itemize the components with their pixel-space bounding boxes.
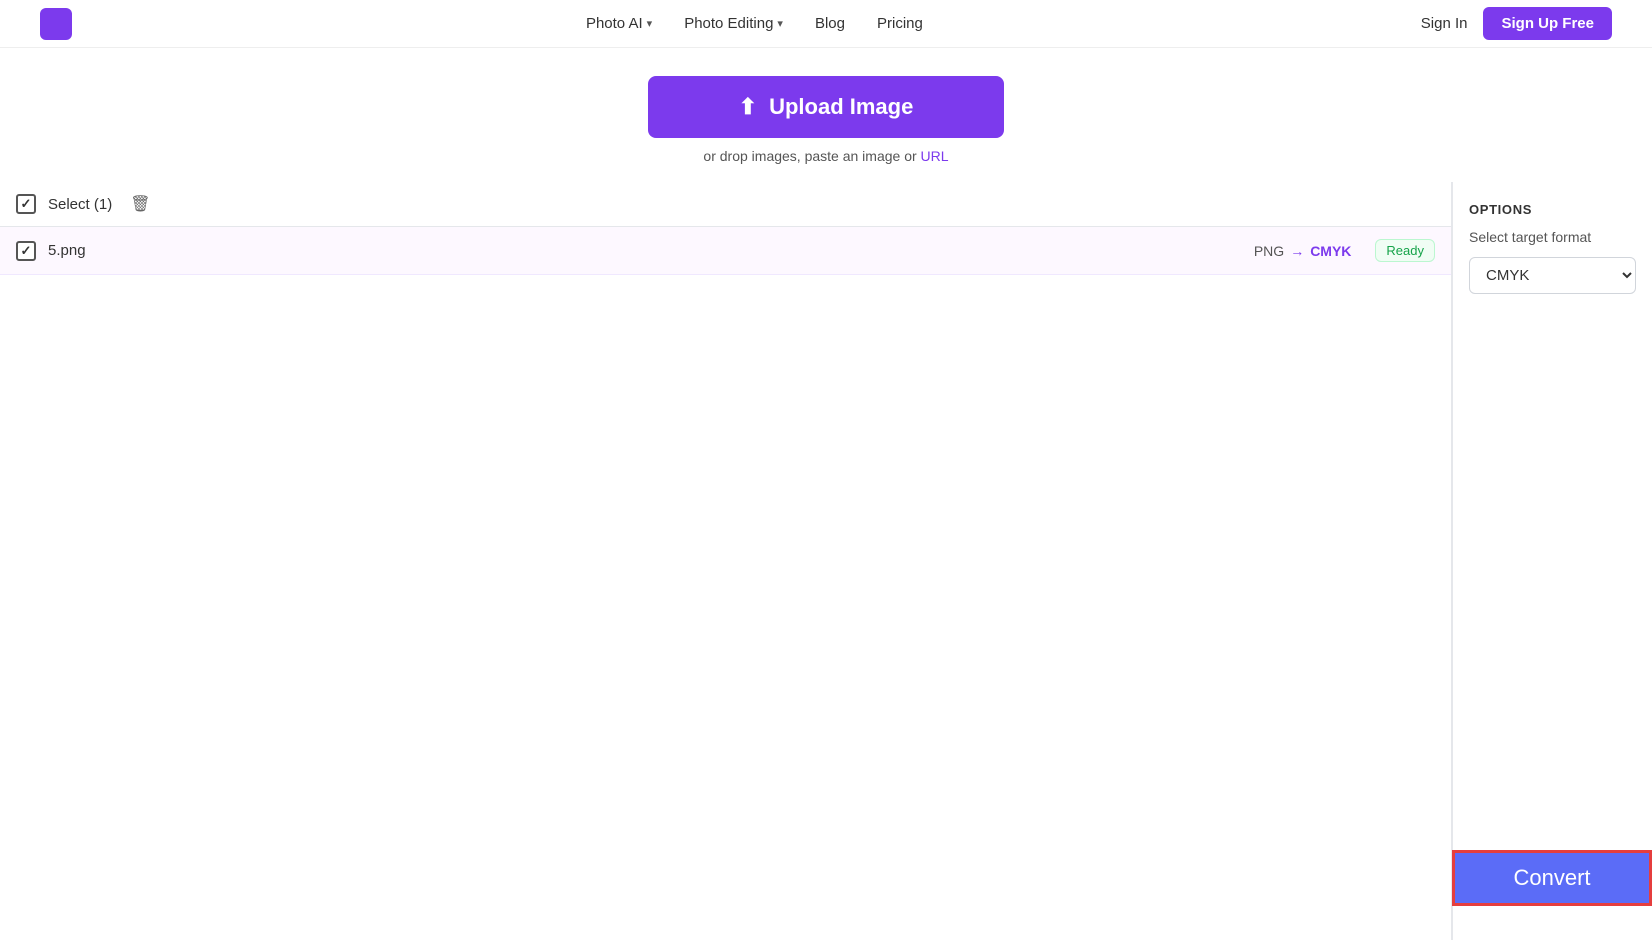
nav-label-blog: Blog [815,15,845,32]
delete-button[interactable]: 🗑 [124,192,156,216]
convert-button-label: Convert [1513,865,1590,891]
url-link[interactable]: URL [921,148,949,164]
select-all-checkbox[interactable]: ✓ [16,194,36,214]
file-name: 5.png [48,242,1242,259]
checkmark-icon: ✓ [21,196,32,212]
arrow-icon: → [1290,243,1304,259]
upload-image-button[interactable]: ⬆ Upload Image [648,76,1004,138]
file-checkbox[interactable]: ✓ [16,241,36,261]
nav-item-photo-ai[interactable]: Photo AI ▾ [586,15,652,32]
file-list-header: ✓ Select (1) 🗑 [0,182,1451,227]
nav-center: Photo AI ▾ Photo Editing ▾ Blog Pricing [586,15,923,32]
nav-item-blog[interactable]: Blog [815,15,845,32]
options-title: OPTIONS [1469,202,1636,217]
target-format-label: Select target format [1469,229,1636,245]
format-from: PNG [1254,243,1284,259]
format-select[interactable]: CMYK PNG JPEG WEBP PDF SVG TIFF [1469,257,1636,294]
chevron-down-icon: ▾ [647,17,653,30]
nav-label-photo-ai: Photo AI [586,15,643,32]
convert-bar[interactable]: Convert [1452,850,1652,906]
checkmark-icon: ✓ [21,243,32,259]
file-list-container: ✓ Select (1) 🗑 ✓ 5.png PNG → CMYK Ready [0,182,1452,940]
chevron-down-icon: ▾ [777,17,783,30]
nav-label-pricing: Pricing [877,15,923,32]
navbar: Photo AI ▾ Photo Editing ▾ Blog Pricing … [0,0,1652,48]
select-label: Select (1) [48,196,112,213]
nav-right: Sign In Sign Up Free [1421,7,1612,40]
sign-in-button[interactable]: Sign In [1421,15,1468,32]
nav-item-pricing[interactable]: Pricing [877,15,923,32]
sign-up-button[interactable]: Sign Up Free [1483,7,1612,40]
nav-item-photo-editing[interactable]: Photo Editing ▾ [684,15,783,32]
main-layout: ✓ Select (1) 🗑 ✓ 5.png PNG → CMYK Ready … [0,182,1652,940]
upload-icon: ⬆ [739,94,757,120]
options-sidebar: OPTIONS Select target format CMYK PNG JP… [1452,182,1652,940]
trash-icon: 🗑 [130,196,150,213]
status-badge: Ready [1375,239,1435,262]
logo[interactable] [40,8,72,40]
nav-label-photo-editing: Photo Editing [684,15,773,32]
upload-subtext: or drop images, paste an image or URL [703,148,948,164]
upload-button-label: Upload Image [769,94,913,120]
nav-left [40,8,88,40]
file-row: ✓ 5.png PNG → CMYK Ready [0,227,1451,275]
file-conversion: PNG → CMYK [1254,243,1352,259]
upload-area: ⬆ Upload Image or drop images, paste an … [0,48,1652,182]
format-to: CMYK [1310,243,1351,259]
